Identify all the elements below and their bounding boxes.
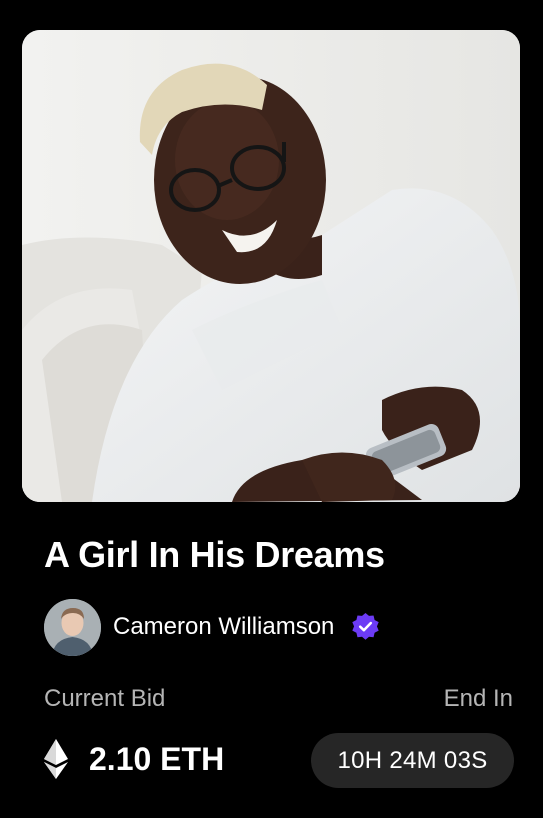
ethereum-icon (44, 739, 68, 779)
current-bid-price: 2.10 ETH (44, 738, 224, 780)
avatar-photo (44, 598, 101, 656)
creator-row[interactable]: Cameron Williamson (44, 598, 381, 656)
creator-name[interactable]: Cameron Williamson (113, 612, 334, 642)
nft-artwork[interactable] (22, 30, 520, 502)
end-in-label: End In (443, 685, 513, 712)
creator-avatar[interactable] (44, 598, 101, 656)
nft-title: A Girl In His Dreams (44, 534, 385, 575)
current-bid-label: Current Bid (44, 685, 166, 712)
bid-amount: 2.10 ETH (89, 741, 225, 777)
countdown-text: 10H 24M 03S (337, 746, 488, 774)
verified-badge-icon (350, 612, 381, 643)
nft-card: A Girl In His Dreams Cameron Williamson … (0, 0, 543, 818)
countdown-timer: 10H 24M 03S (311, 733, 514, 788)
nft-artwork-photo (22, 30, 520, 502)
